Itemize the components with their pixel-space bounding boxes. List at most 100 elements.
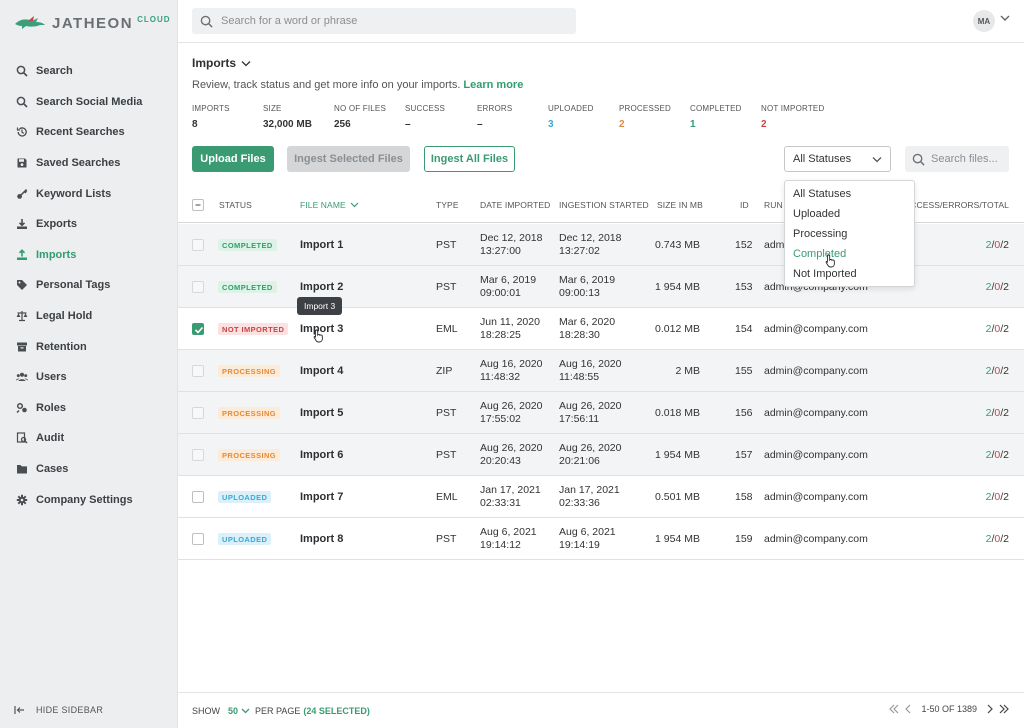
key-icon <box>16 188 28 200</box>
table-row[interactable]: UPLOADED Import 7 EML Jan 17, 2021 02:33:31 J… <box>178 476 1024 518</box>
chevron-down-icon[interactable] <box>241 708 250 714</box>
stat-size: SIZE 32,000 MB <box>263 104 312 130</box>
sidebar-item-label: Personal Tags <box>36 279 111 292</box>
chevron-down-icon[interactable] <box>1000 14 1010 22</box>
dropdown-option-all-statuses[interactable]: All Statuses <box>785 184 914 204</box>
time: 18:28:25 <box>480 329 521 341</box>
import-id: 155 <box>735 365 753 377</box>
file-name[interactable]: Import 7 <box>300 491 343 503</box>
prev-page-icon[interactable] <box>904 704 912 714</box>
stat-label: NOT IMPORTED <box>761 104 825 113</box>
row-checkbox[interactable] <box>192 491 204 503</box>
file-type: ZIP <box>436 365 453 377</box>
row-checkbox[interactable] <box>192 281 204 293</box>
file-name[interactable]: Import 5 <box>300 407 343 419</box>
header-status[interactable]: STATUS <box>219 200 252 210</box>
ingest-all-button[interactable]: Ingest All Files <box>424 146 515 172</box>
header-file-name-label: FILE NAME <box>300 200 346 210</box>
stat-uploaded: UPLOADED 3 <box>548 104 594 130</box>
hide-sidebar-button[interactable]: HIDE SIDEBAR <box>14 704 103 716</box>
header-type[interactable]: TYPE <box>436 200 459 210</box>
file-name[interactable]: Import 2 <box>300 281 343 293</box>
sidebar-item-legal-hold[interactable]: Legal Hold <box>0 301 178 332</box>
avatar[interactable]: MA <box>973 10 995 32</box>
chevron-down-icon <box>872 157 882 163</box>
logo[interactable]: JATHEON CLOUD <box>14 12 171 34</box>
per-page-select[interactable]: 50 <box>228 706 238 716</box>
file-name[interactable]: Import 8 <box>300 533 343 545</box>
row-checkbox[interactable] <box>192 533 204 545</box>
date: Mar 6, 2020 <box>559 316 616 328</box>
date: Aug 16, 2020 <box>480 358 543 370</box>
logo-text: JATHEON <box>52 14 134 32</box>
select-all-checkbox[interactable] <box>192 199 204 211</box>
first-page-icon[interactable] <box>888 704 900 714</box>
file-name[interactable]: Import 1 <box>300 239 343 251</box>
header-id[interactable]: ID <box>740 200 749 210</box>
row-checkbox[interactable] <box>192 365 204 377</box>
sidebar-item-company-settings[interactable]: Company Settings <box>0 484 178 515</box>
table-row[interactable]: PROCESSING Import 4 ZIP Aug 16, 2020 11:48:3… <box>178 350 1024 392</box>
dropdown-option-completed[interactable]: Completed <box>785 244 914 264</box>
row-checkbox[interactable] <box>192 449 204 461</box>
row-checkbox[interactable] <box>192 239 204 251</box>
sidebar-item-imports[interactable]: Imports <box>0 240 178 271</box>
sidebar-item-roles[interactable]: Roles <box>0 393 178 424</box>
sidebar-item-label: Search Social Media <box>36 95 143 108</box>
next-page-icon[interactable] <box>986 704 994 714</box>
header-date-imported[interactable]: DATE IMPORTED <box>480 200 550 210</box>
upload-files-button[interactable]: Upload Files <box>192 146 274 172</box>
sidebar-item-search-social-media[interactable]: Search Social Media <box>0 87 178 118</box>
sidebar-item-personal-tags[interactable]: Personal Tags <box>0 270 178 301</box>
time: 09:00:01 <box>480 287 521 299</box>
date: Aug 6, 2021 <box>559 526 616 538</box>
stat-imports: IMPORTS 8 <box>192 104 230 130</box>
dropdown-option-processing[interactable]: Processing <box>785 224 914 244</box>
row-checkbox[interactable] <box>192 407 204 419</box>
time: 13:27:02 <box>559 245 600 257</box>
header-size[interactable]: SIZE IN MB <box>657 200 703 210</box>
sidebar-item-search[interactable]: Search <box>0 56 178 87</box>
sidebar-item-cases[interactable]: Cases <box>0 454 178 485</box>
last-page-icon[interactable] <box>998 704 1010 714</box>
date-imported: Aug 6, 2021 19:14:12 <box>480 526 537 552</box>
date: Aug 26, 2020 <box>480 400 543 412</box>
header-ingestion-started[interactable]: INGESTION STARTED <box>559 200 649 210</box>
page-title[interactable]: Imports <box>192 56 251 70</box>
stat-label: COMPLETED <box>690 104 742 113</box>
ingest-selected-button[interactable]: Ingest Selected Files <box>287 146 410 172</box>
status-filter-select[interactable]: All Statuses <box>784 146 891 172</box>
file-name[interactable]: Import 4 <box>300 365 343 377</box>
sidebar-item-saved-searches[interactable]: Saved Searches <box>0 148 178 179</box>
sidebar-item-recent-searches[interactable]: Recent Searches <box>0 117 178 148</box>
check-icon <box>194 326 204 334</box>
sidebar-item-audit[interactable]: Audit <box>0 423 178 454</box>
date: Dec 12, 2018 <box>480 232 543 244</box>
table-row[interactable]: UPLOADED Import 8 PST Aug 6, 2021 19:14:12 Au… <box>178 518 1024 560</box>
file-search-input[interactable]: Search files... <box>905 146 1009 172</box>
file-type: PST <box>436 449 457 461</box>
table-row[interactable]: PROCESSING Import 5 PST Aug 26, 2020 17:55:0… <box>178 392 1024 434</box>
learn-more-link[interactable]: Learn more <box>463 79 523 91</box>
table-row[interactable]: PROCESSING Import 6 PST Aug 26, 2020 20:20:4… <box>178 434 1024 476</box>
time: 11:48:55 <box>559 371 600 383</box>
download-icon <box>16 218 28 230</box>
row-checkbox[interactable] <box>192 323 204 335</box>
sidebar-item-retention[interactable]: Retention <box>0 331 178 362</box>
dropdown-option-uploaded[interactable]: Uploaded <box>785 204 914 224</box>
dropdown-option-not-imported[interactable]: Not Imported <box>785 264 914 284</box>
sidebar-item-users[interactable]: Users <box>0 362 178 393</box>
search-icon <box>912 153 925 166</box>
stat-value: 256 <box>334 119 351 130</box>
per-page-label: PER PAGE <box>255 706 301 716</box>
global-search-input[interactable]: Search for a word or phrase <box>192 8 576 34</box>
file-type: PST <box>436 281 457 293</box>
logo-icon <box>15 16 45 29</box>
header-run-by[interactable]: RUN <box>764 200 783 210</box>
file-name[interactable]: Import 6 <box>300 449 343 461</box>
header-file-name[interactable]: FILE NAME <box>300 200 359 210</box>
sidebar-item-label: Legal Hold <box>36 310 93 323</box>
status-filter-value: All Statuses <box>793 153 852 165</box>
sidebar-item-keyword-lists[interactable]: Keyword Lists <box>0 178 178 209</box>
sidebar-item-exports[interactable]: Exports <box>0 209 178 240</box>
